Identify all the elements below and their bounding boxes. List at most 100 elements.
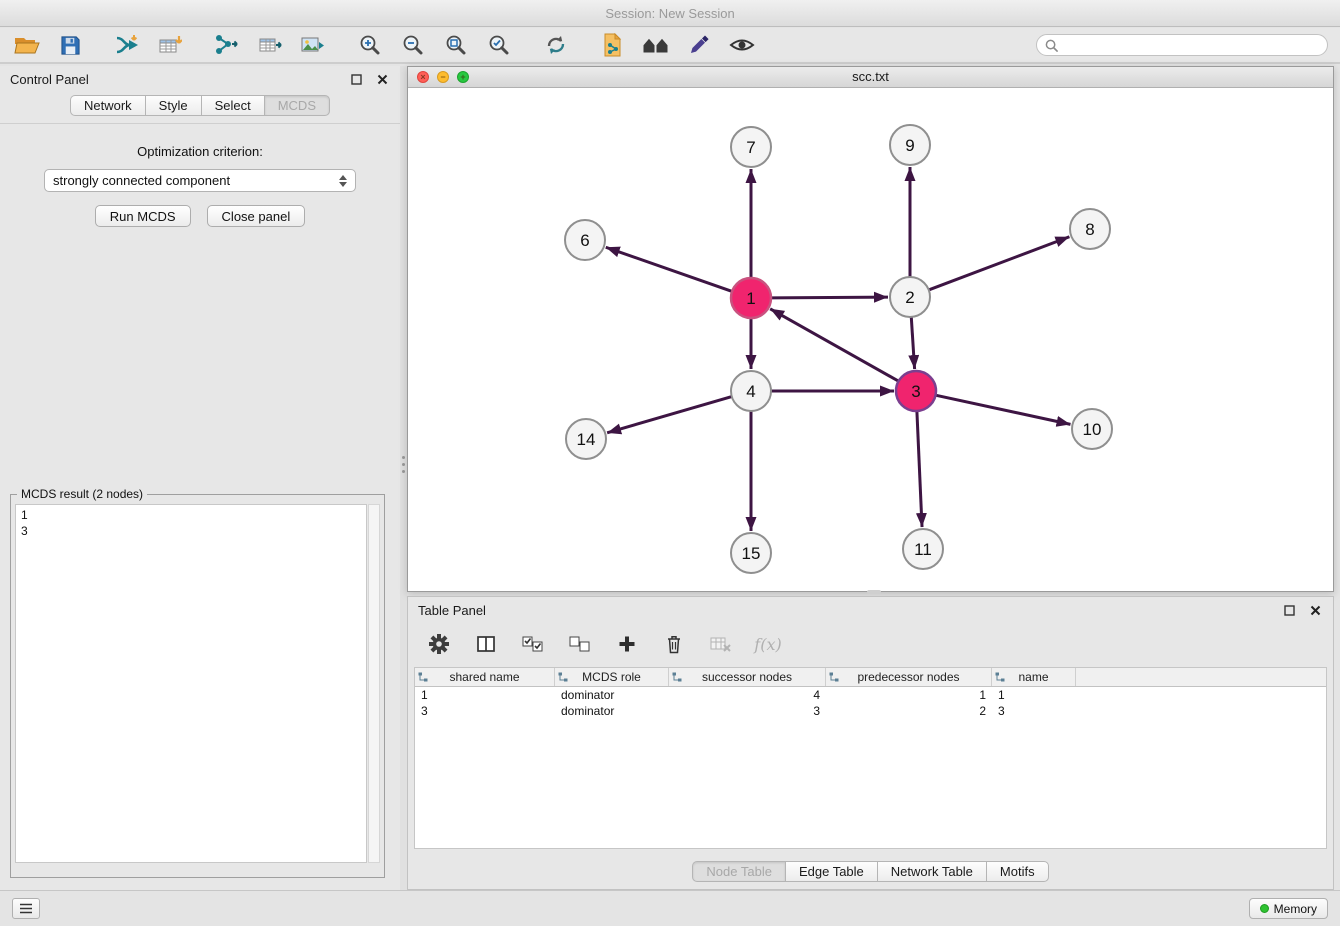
edge-3-1[interactable] (770, 309, 898, 381)
hamburger-icon (19, 903, 33, 914)
mcds-result-list[interactable]: 13 (15, 504, 367, 863)
column-header-label: predecessor nodes (857, 670, 959, 684)
column-header-predecessor-nodes[interactable]: predecessor nodes (826, 668, 992, 686)
refresh-view-button[interactable] (541, 31, 571, 59)
clone-network-button[interactable] (598, 31, 628, 59)
column-type-icon (418, 672, 428, 682)
window-titlebar: Session: New Session (0, 0, 1340, 27)
table-header-row: shared nameMCDS rolesuccessor nodes prede… (415, 668, 1326, 687)
zoom-out-button[interactable] (398, 31, 428, 59)
search-field[interactable] (1036, 34, 1328, 56)
delete-table-icon (710, 635, 732, 653)
edge-3-10[interactable] (936, 395, 1071, 424)
open-session-button[interactable] (12, 31, 42, 59)
tab-edge-table[interactable]: Edge Table (785, 861, 877, 882)
tab-node-table[interactable]: Node Table (692, 861, 785, 882)
delete-row-button[interactable] (659, 630, 689, 658)
zoom-in-button[interactable] (355, 31, 385, 59)
save-session-button[interactable] (55, 31, 85, 59)
select-all-icon (522, 636, 544, 653)
memory-button[interactable]: Memory (1249, 898, 1328, 919)
node-label-3: 3 (911, 382, 920, 401)
node-label-10: 10 (1083, 420, 1102, 439)
network-canvas[interactable]: 7968124314101511 (408, 88, 1333, 591)
status-menu-button[interactable] (12, 898, 40, 919)
result-scrollbar[interactable] (368, 504, 380, 863)
control-panel-header: Control Panel (0, 66, 400, 92)
tab-mcds[interactable]: MCDS (264, 95, 330, 116)
table-panel: Table Panel f(x) (407, 596, 1334, 890)
close-panel-action-button[interactable]: Close panel (207, 205, 306, 227)
edge-4-14[interactable] (607, 397, 732, 433)
table-cell: 3 (669, 704, 826, 718)
import-network-button[interactable] (112, 31, 142, 59)
table-cell: 4 (669, 688, 826, 702)
table-settings-button[interactable] (424, 630, 454, 658)
float-panel-button[interactable] (348, 71, 364, 87)
close-table-panel-button[interactable] (1307, 602, 1323, 618)
zoom-in-icon (359, 34, 381, 56)
add-row-button[interactable] (612, 630, 642, 658)
edge-2-3[interactable] (911, 317, 914, 369)
zoom-fit-button[interactable] (441, 31, 471, 59)
deselect-all-rows-button[interactable] (565, 630, 595, 658)
import-tool-group (112, 31, 185, 59)
mcds-result-group: MCDS result (2 nodes) 13 (10, 494, 385, 878)
zoom-selected-button[interactable] (484, 31, 514, 59)
column-header-successor-nodes[interactable]: successor nodes (669, 668, 826, 686)
first-neighbors-button[interactable] (641, 31, 671, 59)
select-all-rows-button[interactable] (518, 630, 548, 658)
network-window-titlebar[interactable]: × − + scc.txt (408, 67, 1333, 88)
column-header-MCDS-role[interactable]: MCDS role (555, 668, 669, 686)
import-table-button[interactable] (155, 31, 185, 59)
node-label-1: 1 (746, 289, 755, 308)
tab-network-table[interactable]: Network Table (877, 861, 986, 882)
search-input[interactable] (1064, 38, 1319, 52)
edge-1-2[interactable] (771, 297, 888, 298)
apply-style-button[interactable] (684, 31, 714, 59)
column-header-shared-name[interactable]: shared name (415, 668, 555, 686)
table-cell: 1 (992, 688, 1076, 702)
new-table-button[interactable] (255, 31, 285, 59)
table-panel-title: Table Panel (418, 603, 486, 618)
delete-table-button[interactable] (706, 630, 736, 658)
run-mcds-button[interactable]: Run MCDS (95, 205, 191, 227)
result-line: 3 (21, 523, 361, 539)
edge-1-6[interactable] (606, 247, 732, 291)
table-row[interactable]: 3dominator323 (415, 703, 1326, 719)
paintbrush-icon (688, 34, 710, 56)
float-window-icon (1284, 605, 1295, 616)
tab-style[interactable]: Style (145, 95, 201, 116)
close-window-button[interactable]: × (417, 71, 429, 83)
traffic-lights: × − + (417, 71, 469, 83)
memory-button-label: Memory (1274, 902, 1317, 916)
table-cell: 1 (415, 688, 555, 702)
tab-network[interactable]: Network (70, 95, 145, 116)
edge-2-8[interactable] (929, 237, 1070, 290)
horizontal-splitter-handle[interactable] (867, 590, 881, 594)
node-label-11: 11 (914, 540, 932, 559)
minimize-window-button[interactable]: − (437, 71, 449, 83)
table-cell: dominator (555, 688, 669, 702)
column-type-icon (995, 672, 1005, 682)
node-label-6: 6 (580, 231, 589, 250)
column-header-name[interactable]: name (992, 668, 1076, 686)
toggle-graphics-button[interactable] (727, 31, 757, 59)
plus-icon (618, 635, 636, 653)
toggle-columns-button[interactable] (471, 630, 501, 658)
optimization-criterion-dropdown[interactable]: strongly connected component (44, 169, 356, 192)
edge-3-11[interactable] (917, 411, 922, 527)
tab-select[interactable]: Select (201, 95, 264, 116)
float-table-panel-button[interactable] (1281, 602, 1297, 618)
tabs-separator (0, 123, 400, 124)
new-network-button[interactable] (212, 31, 242, 59)
panel-splitter[interactable] (400, 66, 407, 890)
zoom-selected-icon (488, 34, 510, 56)
close-panel-button[interactable] (374, 71, 390, 87)
tab-motifs[interactable]: Motifs (986, 861, 1049, 882)
import-table-icon (158, 34, 182, 56)
export-image-button[interactable] (298, 31, 328, 59)
maximize-window-button[interactable]: + (457, 71, 469, 83)
table-row[interactable]: 1dominator411 (415, 687, 1326, 703)
function-builder-button[interactable]: f(x) (753, 630, 783, 658)
